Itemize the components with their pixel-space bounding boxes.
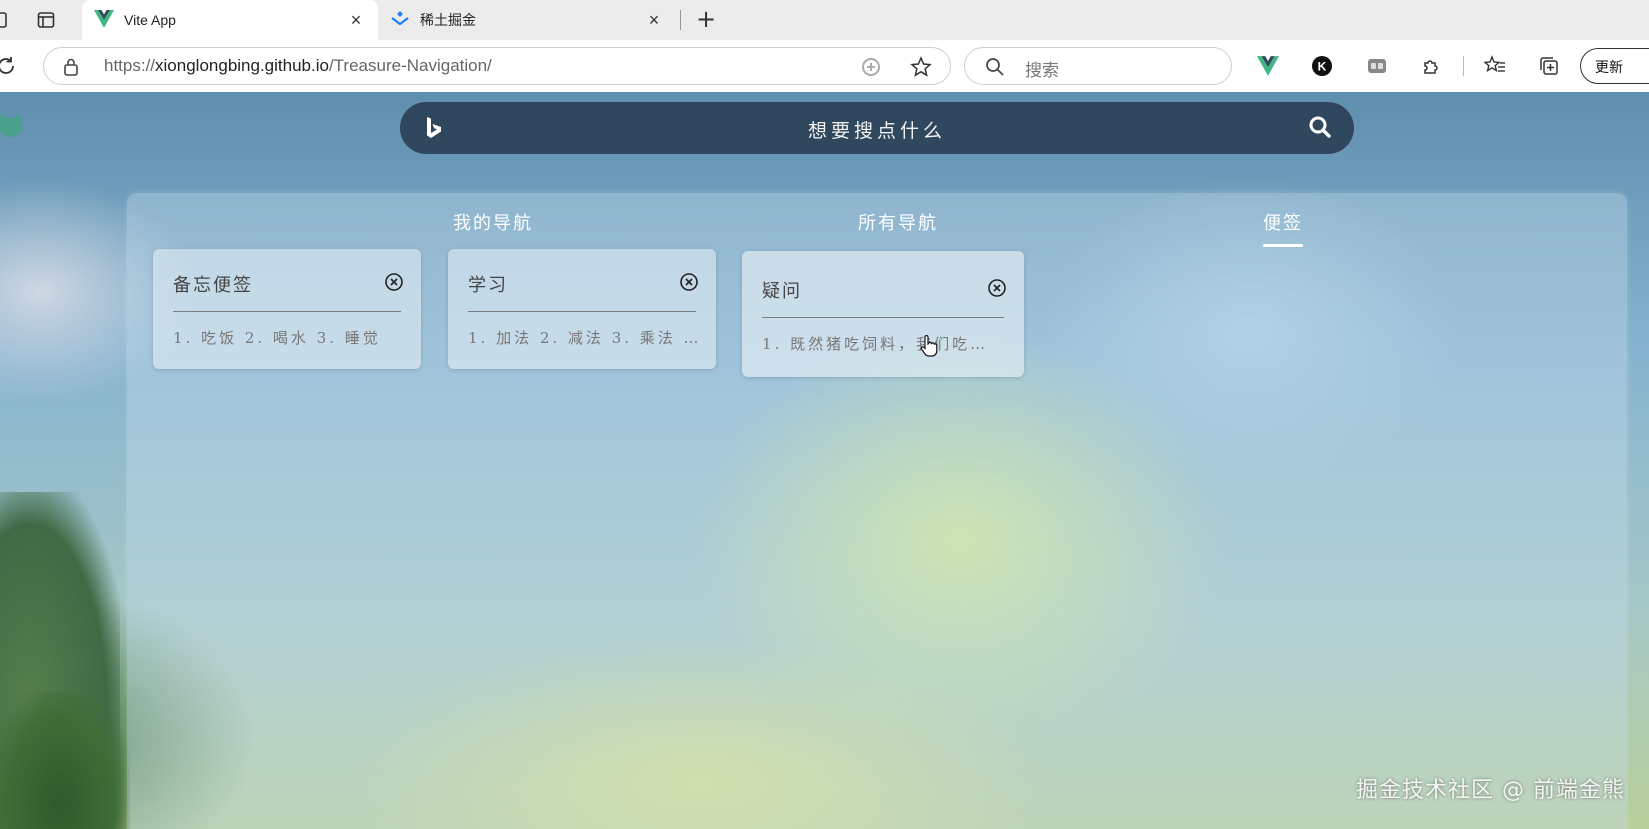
treasure-navigation-page: 想要搜点什么 我的导航 所有导航 便签 备忘便签 1. 吃饭 2. 喝水 3. … — [0, 92, 1649, 829]
note-body[interactable]: 1. 加法 2. 减法 3. 乘法 … — [468, 327, 698, 348]
favorite-star-icon[interactable] — [910, 56, 932, 78]
search-placeholder: 搜索 — [1025, 61, 1059, 81]
update-button[interactable]: 更新 — [1580, 48, 1649, 84]
delete-note-icon[interactable] — [680, 273, 698, 291]
tab-my-navigation[interactable]: 我的导航 — [453, 209, 533, 235]
note-body[interactable]: 1. 吃饭 2. 喝水 3. 睡觉 — [173, 327, 403, 348]
site-logo-icon[interactable] — [0, 112, 26, 140]
background-trees — [0, 692, 130, 829]
tab-juejin[interactable]: 稀土掘金 × — [380, 0, 676, 40]
note-body[interactable]: 1. 既然猪吃饲料，我们吃… — [762, 333, 1006, 354]
collections-icon[interactable] — [1537, 54, 1561, 78]
close-tab-icon[interactable]: × — [642, 8, 666, 32]
svg-text:K: K — [1318, 60, 1327, 74]
vue-icon — [94, 9, 114, 31]
vue-devtools-icon[interactable] — [1256, 54, 1280, 78]
lock-icon[interactable] — [62, 57, 80, 81]
search-bar[interactable]: 想要搜点什么 — [400, 102, 1354, 154]
search-icon[interactable] — [1308, 115, 1332, 143]
note-divider — [173, 311, 401, 312]
watermark: 掘金技术社区 @ 前端金熊 — [1356, 778, 1625, 803]
search-placeholder[interactable]: 想要搜点什么 — [400, 116, 1354, 143]
delete-note-icon[interactable] — [385, 273, 403, 291]
browser-tab-strip: Vite App × 稀土掘金 × + — [0, 0, 1649, 40]
note-divider — [468, 311, 696, 312]
hand-cursor-icon — [920, 334, 938, 361]
games-extension-icon[interactable] — [1365, 54, 1389, 78]
web-search-box[interactable]: 搜索 — [964, 47, 1232, 85]
new-tab-button[interactable]: + — [693, 7, 719, 32]
note-title[interactable]: 学习 — [468, 271, 508, 297]
note-divider — [762, 317, 1004, 318]
tab-title: 稀土掘金 — [420, 12, 476, 28]
address-url[interactable]: https://xionglongbing.github.io/Treasure… — [104, 56, 492, 76]
note-card[interactable]: 学习 1. 加法 2. 减法 3. 乘法 … — [448, 249, 716, 369]
tab-all-navigation[interactable]: 所有导航 — [858, 209, 938, 235]
note-card[interactable]: 备忘便签 1. 吃饭 2. 喝水 3. 睡觉 — [153, 249, 421, 369]
juejin-icon — [390, 10, 410, 31]
browser-toolbar: https://xionglongbing.github.io/Treasure… — [0, 40, 1649, 93]
navigation-panel: 我的导航 所有导航 便签 备忘便签 1. 吃饭 2. 喝水 3. 睡觉 学习 1… — [127, 193, 1627, 829]
favorites-icon[interactable] — [1483, 54, 1507, 78]
toolbar-divider — [1463, 56, 1464, 76]
note-title[interactable]: 备忘便签 — [173, 271, 253, 297]
tab-divider — [680, 10, 681, 30]
close-tab-icon[interactable]: × — [344, 8, 368, 32]
delete-note-icon[interactable] — [988, 279, 1006, 297]
extensions-icon[interactable] — [1420, 54, 1444, 78]
tab-notes[interactable]: 便签 — [1263, 209, 1303, 247]
workspaces-icon[interactable] — [0, 9, 10, 31]
tab-vite-app[interactable]: Vite App × — [82, 0, 378, 40]
reload-icon[interactable] — [0, 54, 18, 78]
k-extension-icon[interactable]: K — [1310, 54, 1334, 78]
note-card[interactable]: 疑问 1. 既然猪吃饲料，我们吃… — [742, 251, 1024, 377]
tab-actions-icon[interactable] — [35, 9, 57, 31]
note-title[interactable]: 疑问 — [762, 277, 802, 303]
search-icon — [985, 57, 1005, 81]
translate-icon[interactable] — [860, 56, 882, 78]
tab-title: Vite App — [124, 12, 176, 28]
address-bar[interactable]: https://xionglongbing.github.io/Treasure… — [43, 47, 951, 85]
